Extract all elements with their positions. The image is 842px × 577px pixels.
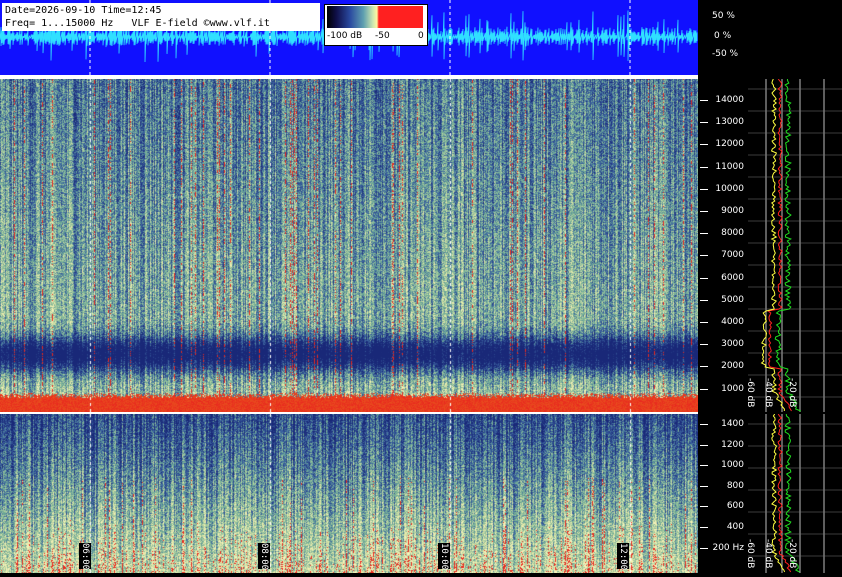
profile-upper-trace-2 (760, 78, 785, 412)
info-box: Date=2026-09-10 Time=12:45 Freq= 1...1500… (2, 3, 320, 31)
freq-upper-label: 1000 (721, 383, 744, 394)
freq-upper-label: 14000 (715, 95, 744, 105)
frequency-axis-upper: 14000 13000 12000 11000 10000 9000 8000 7000 600… (698, 79, 748, 412)
freq-upper-label: 7000 (721, 250, 744, 261)
color-scale: -100 dB -50 0 (324, 4, 428, 46)
freq-upper-label: 9000 (721, 206, 744, 216)
freq-upper-label: 4000 (721, 317, 744, 327)
time-label-1000: 10:00 (438, 543, 450, 571)
freq-lower-label: 1200 (721, 439, 744, 450)
freq-lower-label: 800 (726, 480, 744, 491)
freq-lower-label: 400 (726, 522, 744, 532)
spectrogram-upper (0, 79, 698, 412)
spectrum-profile-lower: -100 dB-60 dB-40 dB-20 dB (729, 413, 842, 574)
scale-label-0: 0 % (714, 31, 732, 41)
spectrogram-upper-canvas (0, 79, 698, 412)
colorbar-mid-label: -50 (375, 31, 390, 41)
freq-upper-label: 10000 (715, 183, 744, 194)
profile-upper-db-label: -60 dB (748, 378, 755, 407)
colorbar-max-label: 0 (418, 31, 424, 41)
freq-upper-label: 13000 (715, 117, 744, 128)
spectrogram-lower-canvas (0, 414, 698, 573)
info-date-time: Date=2026-09-10 Time=12:45 (5, 5, 162, 16)
freq-lower-label: 1000 (721, 460, 744, 471)
profile-upper-plot: 100 dB-60 dB-40 dB-20 dB (729, 78, 842, 412)
time-label-1200: 12:00 (617, 543, 629, 571)
freq-upper-label: 3000 (721, 339, 744, 350)
freq-upper-label: 2000 (721, 361, 744, 372)
profile-lower-db-label: -20 dB (787, 539, 797, 568)
freq-upper-label: 5000 (721, 294, 744, 305)
freq-lower-label: 600 (726, 501, 744, 512)
time-label-0800: 08:00 (258, 543, 270, 571)
time-label-0600: 06:00 (79, 543, 91, 571)
profile-lower-plot: -100 dB-60 dB-40 dB-20 dB (729, 413, 842, 574)
spectrum-profile-upper: 100 dB-60 dB-40 dB-20 dB (729, 78, 842, 412)
scale-label-neg50: -50 % (712, 49, 739, 59)
scale-label-50: 50 % (712, 11, 735, 21)
info-freq: Freq= 1...15000 Hz VLF E-field ©www.vlf.… (5, 18, 270, 29)
frequency-axis-lower: 1400 1200 1000 800 600 400 200 Hz (698, 414, 748, 573)
profile-lower-db-label: -60 dB (748, 539, 755, 568)
profile-upper-db-label: -20 dB (787, 378, 797, 407)
spectrogram-lower (0, 414, 698, 573)
freq-upper-label: 12000 (715, 139, 744, 150)
freq-lower-label: 200 Hz (712, 542, 744, 553)
color-gradient (327, 6, 423, 28)
freq-lower-label: 1400 (721, 419, 744, 429)
profile-upper-db-label: -40 dB (763, 378, 773, 407)
colorbar-min-label: -100 dB (327, 31, 363, 41)
profile-lower-db-label: -40 dB (763, 539, 773, 568)
freq-upper-label: 11000 (715, 161, 744, 172)
profile-upper-trace-1 (767, 78, 792, 412)
freq-upper-label: 8000 (721, 228, 744, 239)
freq-upper-label: 6000 (721, 272, 744, 283)
